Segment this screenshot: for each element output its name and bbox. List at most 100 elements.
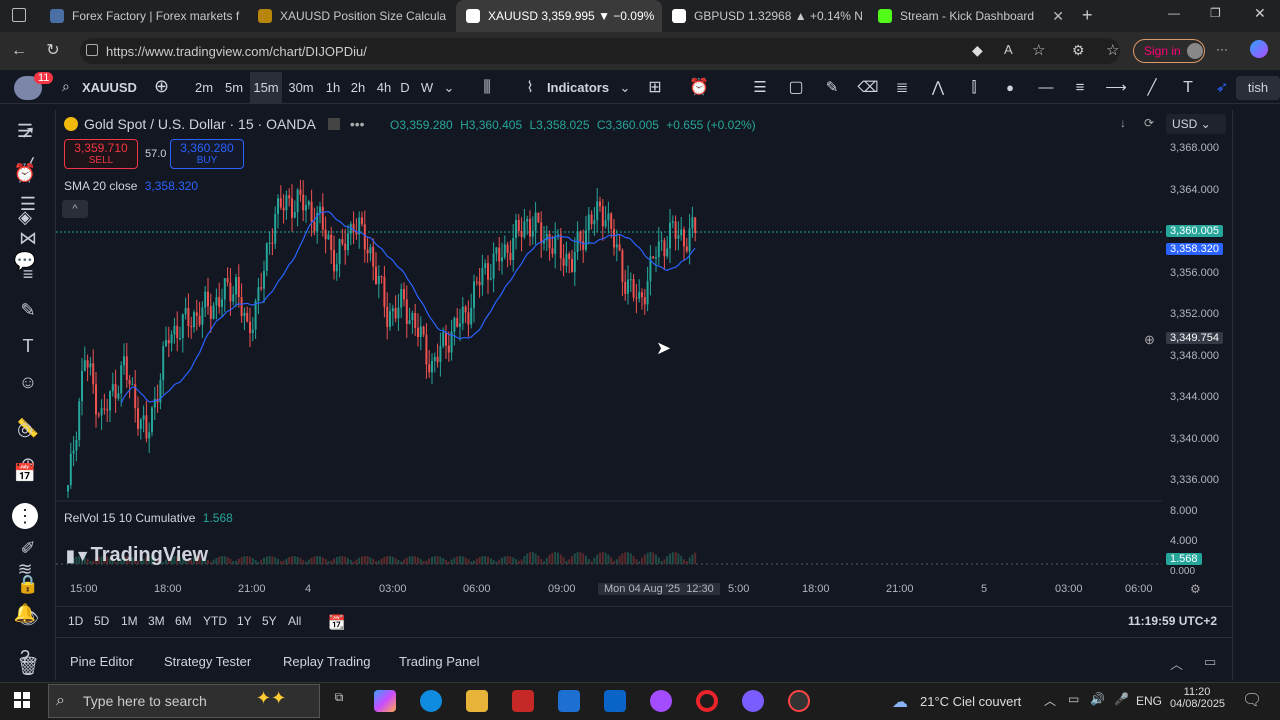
gift-app-icon[interactable] xyxy=(512,690,534,712)
buy-button[interactable]: 3,360.280 BUY xyxy=(170,139,244,169)
tab-replay-trading[interactable]: Replay Trading xyxy=(283,654,370,669)
watchlist-icon[interactable]: ☰ xyxy=(12,118,38,144)
cursor-tool-icon[interactable]: ➶ xyxy=(1210,72,1234,104)
sma-legend[interactable]: SMA 20 close 3,358.320 xyxy=(64,179,198,193)
browser-tab-xauusd[interactable]: XAUUSD 3,359.995 ▼ −0.09%✕ xyxy=(456,0,662,32)
close-icon[interactable]: ✕ xyxy=(1052,8,1064,25)
favorites-bar-icon[interactable]: ☆ xyxy=(1106,41,1119,59)
hray-icon[interactable]: ⟶ xyxy=(1104,72,1128,104)
dot-icon[interactable]: ● xyxy=(1000,72,1020,104)
indicators-dropdown-icon[interactable]: ⌄ xyxy=(616,72,634,104)
favorite-icon[interactable]: ☆ xyxy=(1032,41,1045,59)
read-aloud-icon[interactable]: A xyxy=(1004,42,1013,57)
indicators-icon[interactable]: ⌇ xyxy=(520,72,540,104)
notification-center-icon[interactable]: 🗨 xyxy=(1242,690,1262,710)
range-6m[interactable]: 6M xyxy=(175,614,192,628)
system-clock[interactable]: 11:20 04/08/2025 xyxy=(1170,686,1225,710)
browser-tab-kick[interactable]: Stream - Kick Dashboard ✕ xyxy=(868,0,1074,32)
minimize-icon[interactable]: — xyxy=(1168,6,1180,20)
site-info-icon[interactable] xyxy=(86,44,98,56)
target-icon[interactable]: ◎ xyxy=(12,416,38,442)
browser-tab-forexfactory[interactable]: Forex Factory | Forex markets f✕ xyxy=(40,0,248,32)
relvol-legend[interactable]: RelVol 15 10 Cumulative 1.568 xyxy=(64,511,233,525)
new-tab-icon[interactable]: + xyxy=(1082,5,1093,26)
text-icon[interactable]: T xyxy=(14,332,42,360)
extension-icon[interactable]: ◆ xyxy=(972,42,983,59)
pen-icon[interactable]: ✎ xyxy=(820,72,844,104)
trendline-icon[interactable]: ╱ xyxy=(1140,72,1164,104)
notifications-icon[interactable]: 🔔 xyxy=(12,600,38,626)
goto-date-icon[interactable]: 📆 xyxy=(328,614,345,631)
fib-icon[interactable]: ≣ xyxy=(890,72,914,104)
alert-icon[interactable]: ⏰ xyxy=(688,72,710,104)
sign-in-button[interactable]: Sign in xyxy=(1133,39,1205,63)
windows-start-icon[interactable] xyxy=(14,692,30,708)
candles-icon[interactable]: ⫿ xyxy=(962,72,986,104)
mic-icon[interactable]: 🎤 xyxy=(1114,692,1129,706)
publish-button[interactable]: tish xyxy=(1236,76,1280,100)
interval-d[interactable]: D xyxy=(396,72,414,104)
rectangle-icon[interactable]: ▢ xyxy=(784,72,808,104)
outlook-icon[interactable] xyxy=(604,690,626,712)
store-icon[interactable] xyxy=(558,690,580,712)
compare-add-icon[interactable]: ⊕ xyxy=(154,76,169,97)
interval-4h[interactable]: 4h xyxy=(372,72,396,104)
opera-icon[interactable] xyxy=(696,690,718,712)
weather-icon[interactable]: ☁ xyxy=(892,692,908,712)
sync-icon[interactable]: ⟳ xyxy=(1140,116,1158,134)
tab-strategy-tester[interactable]: Strategy Tester xyxy=(164,654,251,669)
settings-icon[interactable]: ⚙ xyxy=(1190,582,1201,596)
network-icon[interactable]: ▭ xyxy=(1068,692,1079,706)
extensions-icon[interactable]: ⚙ xyxy=(1072,42,1085,59)
range-1d[interactable]: 1D xyxy=(68,614,83,628)
calendar-icon[interactable]: 📅 xyxy=(12,460,38,486)
range-1m[interactable]: 1M xyxy=(121,614,138,628)
browser-app-icon[interactable] xyxy=(650,690,672,712)
copilot-app-icon[interactable] xyxy=(374,690,396,712)
tradingview-app-icon[interactable] xyxy=(788,690,810,712)
apps-icon[interactable]: ⋮ xyxy=(12,503,38,529)
weather-text[interactable]: 21°C Ciel couvert xyxy=(920,694,1021,709)
indicators-button[interactable]: Indicators xyxy=(546,72,610,104)
emoji-icon[interactable]: ☺ xyxy=(14,368,42,396)
volume-icon[interactable]: 🔊 xyxy=(1090,692,1105,706)
interval-1h[interactable]: 1h xyxy=(320,72,346,104)
window-close-icon[interactable]: ✕ xyxy=(1254,5,1266,22)
reload-icon[interactable]: ↻ xyxy=(42,40,64,62)
add-alert-icon[interactable]: ⊕ xyxy=(1144,332,1155,348)
price-chart[interactable] xyxy=(56,110,1232,602)
search-icon[interactable]: ⌕ xyxy=(62,78,70,95)
file-explorer-icon[interactable] xyxy=(466,690,488,712)
edge-icon[interactable] xyxy=(420,690,442,712)
interval-30m[interactable]: 30m xyxy=(284,72,318,104)
browser-tab-gbpusd[interactable]: GBPUSD 1.32968 ▲ +0.14% N✕ xyxy=(662,0,868,32)
legend-more-icon[interactable]: ••• xyxy=(350,116,365,132)
currency-select[interactable]: USD ⌄ xyxy=(1166,114,1226,134)
sell-button[interactable]: 3,359.710 SELL xyxy=(64,139,138,169)
copilot-icon[interactable] xyxy=(1250,40,1268,58)
alerts-icon[interactable]: ⏰ xyxy=(12,160,38,186)
symbol-search[interactable]: XAUUSD xyxy=(82,80,137,95)
eraser-icon[interactable]: ⌫ xyxy=(856,72,880,104)
interval-15m[interactable]: 15m xyxy=(250,72,282,104)
candle-type-icon[interactable]: ⫼ xyxy=(476,72,498,104)
interval-2m[interactable]: 2m xyxy=(190,72,218,104)
layers-icon[interactable]: ◈ xyxy=(12,204,38,230)
range-5y[interactable]: 5Y xyxy=(262,614,277,628)
range-3m[interactable]: 3M xyxy=(148,614,165,628)
discord-icon[interactable] xyxy=(742,690,764,712)
range-5d[interactable]: 5D xyxy=(94,614,109,628)
tray-chevron-icon[interactable]: ︿ xyxy=(1044,692,1056,709)
help-icon[interactable]: ? xyxy=(12,644,38,670)
brush-icon[interactable]: ✎ xyxy=(14,296,42,324)
maximize-panel-icon[interactable]: ▭ xyxy=(1204,654,1216,670)
interval-2h[interactable]: 2h xyxy=(346,72,370,104)
back-icon[interactable]: ← xyxy=(8,40,30,62)
language-indicator[interactable]: ENG xyxy=(1136,694,1162,708)
stream-icon[interactable]: ≋ xyxy=(12,556,38,582)
line-icon[interactable]: — xyxy=(1034,72,1058,104)
range-all[interactable]: All xyxy=(288,614,301,628)
collapse-panel-icon[interactable]: ︿ xyxy=(1170,654,1183,673)
tab-trading-panel[interactable]: Trading Panel xyxy=(399,654,479,669)
task-view-icon[interactable]: ⧉ xyxy=(328,690,350,712)
